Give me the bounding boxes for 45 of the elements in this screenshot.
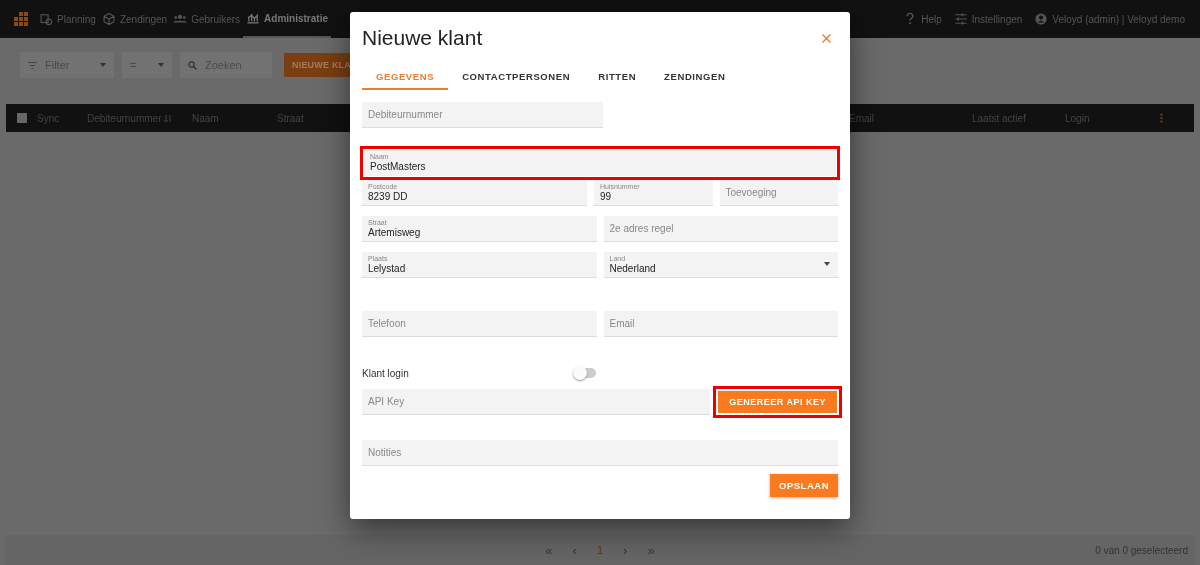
nav-tab[interactable]: Zendingen — [98, 0, 171, 38]
users-icon — [173, 12, 188, 26]
tab[interactable]: CONTACTPERSONEN — [448, 64, 585, 90]
tab[interactable]: GEGEVENS — [362, 64, 449, 90]
nav-tab[interactable]: Planning — [36, 0, 99, 38]
caret-icon — [824, 262, 830, 266]
account-icon — [1034, 12, 1049, 26]
filter-icon — [28, 61, 37, 69]
login-toggle[interactable] — [574, 368, 596, 378]
close-icon[interactable] — [822, 33, 831, 43]
nav-link[interactable]: Instellingen — [950, 0, 1026, 38]
nav-tab[interactable]: Administratie — [243, 0, 331, 38]
logo-icon[interactable] — [12, 10, 30, 28]
notes-field[interactable]: Notities — [362, 440, 838, 466]
chart-icon — [246, 11, 261, 25]
box-icon — [101, 12, 116, 26]
page-button[interactable]: 1 — [590, 544, 610, 556]
input-field[interactable]: Telefoon — [362, 311, 597, 337]
caret-icon — [100, 63, 106, 67]
input-field[interactable]: Email — [603, 311, 838, 337]
generate-api-key-button[interactable]: GENEREER API KEY — [713, 386, 842, 418]
dialog-title: Nieuwe klant — [362, 26, 483, 50]
input-field[interactable]: Debiteurnummer — [362, 102, 603, 128]
tab[interactable]: ZENDINGEN — [650, 64, 740, 90]
calendar-clock-icon — [39, 12, 53, 26]
account-menu[interactable]: Veloyd (admin) | Veloyd demo — [1031, 0, 1188, 38]
settings-icon — [953, 12, 968, 26]
page-button[interactable]: ‹ — [566, 542, 583, 558]
more-icon[interactable] — [1160, 113, 1163, 123]
input-field[interactable]: Toevoeging — [719, 180, 838, 206]
caret-icon — [158, 63, 164, 67]
page-button[interactable]: › — [617, 542, 634, 558]
select-all-checkbox[interactable] — [17, 113, 27, 123]
page-button[interactable]: « — [539, 542, 559, 558]
nav-link[interactable]: Help — [900, 0, 945, 38]
page-button[interactable]: » — [641, 542, 661, 558]
operator-dropdown[interactable]: = — [122, 52, 172, 78]
save-button[interactable]: OPSLAAN — [770, 474, 838, 497]
tab[interactable]: RITTEN — [584, 64, 651, 90]
search-icon — [188, 60, 197, 70]
input-field[interactable]: 2e adres regel — [603, 216, 838, 242]
login-label: Klant login — [362, 367, 410, 379]
nav-tab[interactable]: Gebruikers — [170, 0, 244, 38]
sort-icon — [164, 114, 173, 122]
input-field[interactable]: API Key — [362, 389, 711, 415]
